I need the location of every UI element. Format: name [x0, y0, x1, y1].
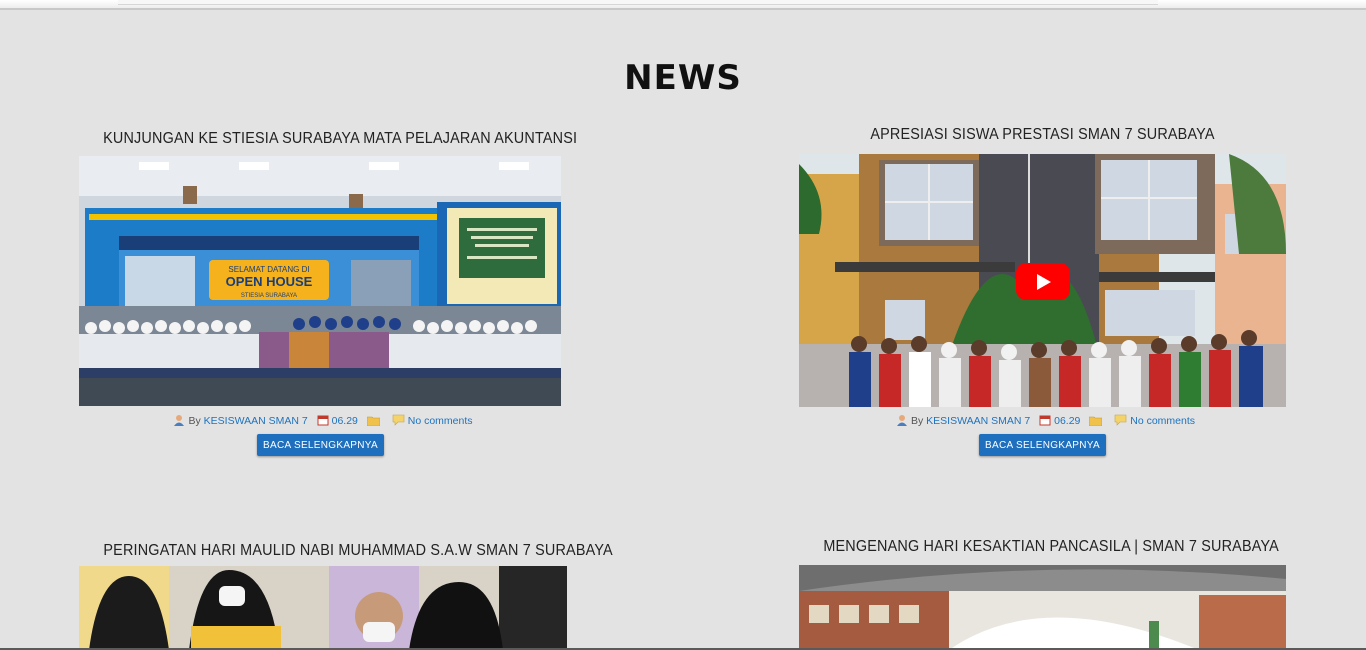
post-card: PERINGATAN HARI MAULID NABI MUHAMMAD S.A… — [79, 532, 613, 650]
youtube-play-icon[interactable] — [1016, 263, 1070, 300]
banner-main-text: OPEN HOUSE — [226, 274, 313, 289]
user-icon — [173, 414, 185, 429]
top-bar — [0, 0, 1366, 10]
post-time-link[interactable]: 06.29 — [332, 415, 358, 427]
folder-icon — [366, 415, 381, 429]
comments-link[interactable]: No comments — [1130, 415, 1195, 427]
author-prefix: By — [188, 415, 201, 427]
post-meta: By KESISWAAN SMAN 7 06.29 No comments — [799, 414, 1286, 429]
user-icon — [896, 414, 908, 429]
read-more-button[interactable]: BACA SELENGKAPNYA — [979, 434, 1106, 456]
banner-sub-text: STIESIA SURABAYA — [241, 293, 297, 299]
calendar-icon — [317, 414, 329, 429]
post-card: MENGENANG HARI KESAKTIAN PANCASILA | SMA… — [799, 528, 1286, 650]
top-strip — [118, 0, 1158, 5]
author-link[interactable]: KESISWAAN SMAN 7 — [204, 415, 308, 427]
banner-top-text: SELAMAT DATANG DI — [228, 265, 309, 274]
post-card: APRESIASI SISWA PRESTASI SMAN 7 SURABAYA — [799, 124, 1286, 458]
post-image — [79, 566, 567, 650]
post-meta: By KESISWAAN SMAN 7 06.29 No comments — [79, 414, 561, 429]
comment-icon — [392, 414, 405, 429]
post-title[interactable]: PERINGATAN HARI MAULID NABI MUHAMMAD S.A… — [103, 542, 612, 560]
author-link[interactable]: KESISWAAN SMAN 7 — [926, 415, 1030, 427]
comments-link[interactable]: No comments — [408, 415, 473, 427]
post-time-link[interactable]: 06.29 — [1054, 415, 1080, 427]
post-card: KUNJUNGAN KE STIESIA SURABAYA MATA PELAJ… — [79, 128, 577, 458]
post-title[interactable]: MENGENANG HARI KESAKTIAN PANCASILA | SMA… — [823, 538, 1278, 556]
read-more-button[interactable]: BACA SELENGKAPNYA — [257, 434, 384, 456]
calendar-icon — [1039, 414, 1051, 429]
author-prefix: By — [910, 415, 924, 427]
section-title: NEWS — [624, 58, 742, 98]
comment-icon — [1114, 414, 1127, 429]
post-image: SELAMAT DATANG DI OPEN HOUSE STIESIA SUR… — [79, 156, 561, 406]
folder-icon — [1089, 415, 1103, 429]
post-thumbnail[interactable]: SELAMAT DATANG DI OPEN HOUSE STIESIA SUR… — [79, 156, 561, 406]
post-title[interactable]: KUNJUNGAN KE STIESIA SURABAYA MATA PELAJ… — [103, 130, 577, 148]
post-thumbnail[interactable] — [79, 566, 567, 650]
post-image — [799, 565, 1286, 650]
post-title[interactable]: APRESIASI SISWA PRESTASI SMAN 7 SURABAYA — [823, 126, 1261, 144]
post-thumbnail[interactable] — [799, 565, 1286, 650]
video-thumbnail[interactable] — [799, 154, 1286, 407]
